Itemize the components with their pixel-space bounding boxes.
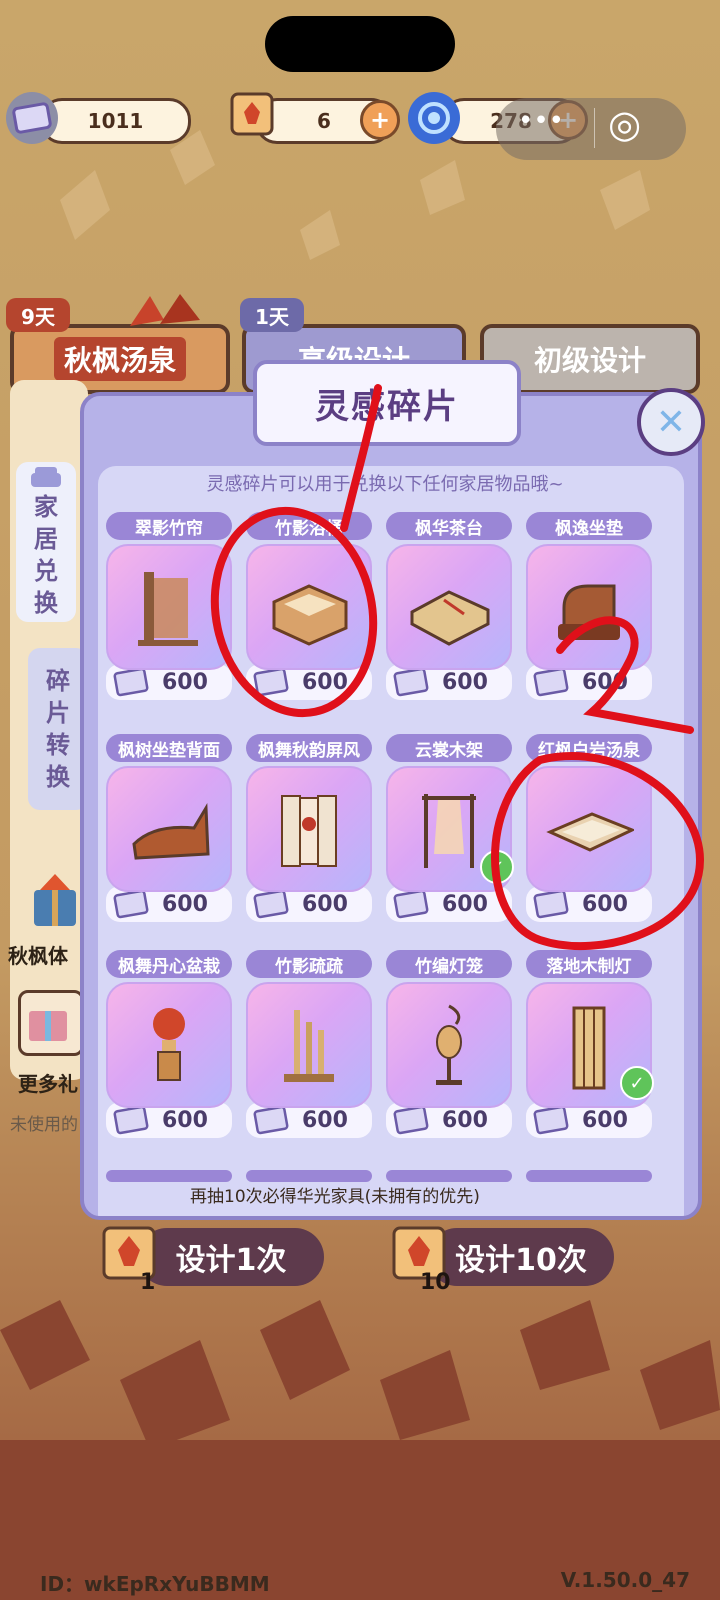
version-label: V.1.50.0_47 — [560, 1568, 690, 1592]
annotation-circle-one — [210, 506, 378, 718]
annotation-circle-two — [491, 752, 705, 951]
annotation-mark-one — [340, 384, 382, 532]
user-id: ID：wkEpRxYuBBMM — [40, 1572, 270, 1596]
annotation-mark-two — [556, 616, 694, 734]
red-annotations — [210, 384, 705, 951]
